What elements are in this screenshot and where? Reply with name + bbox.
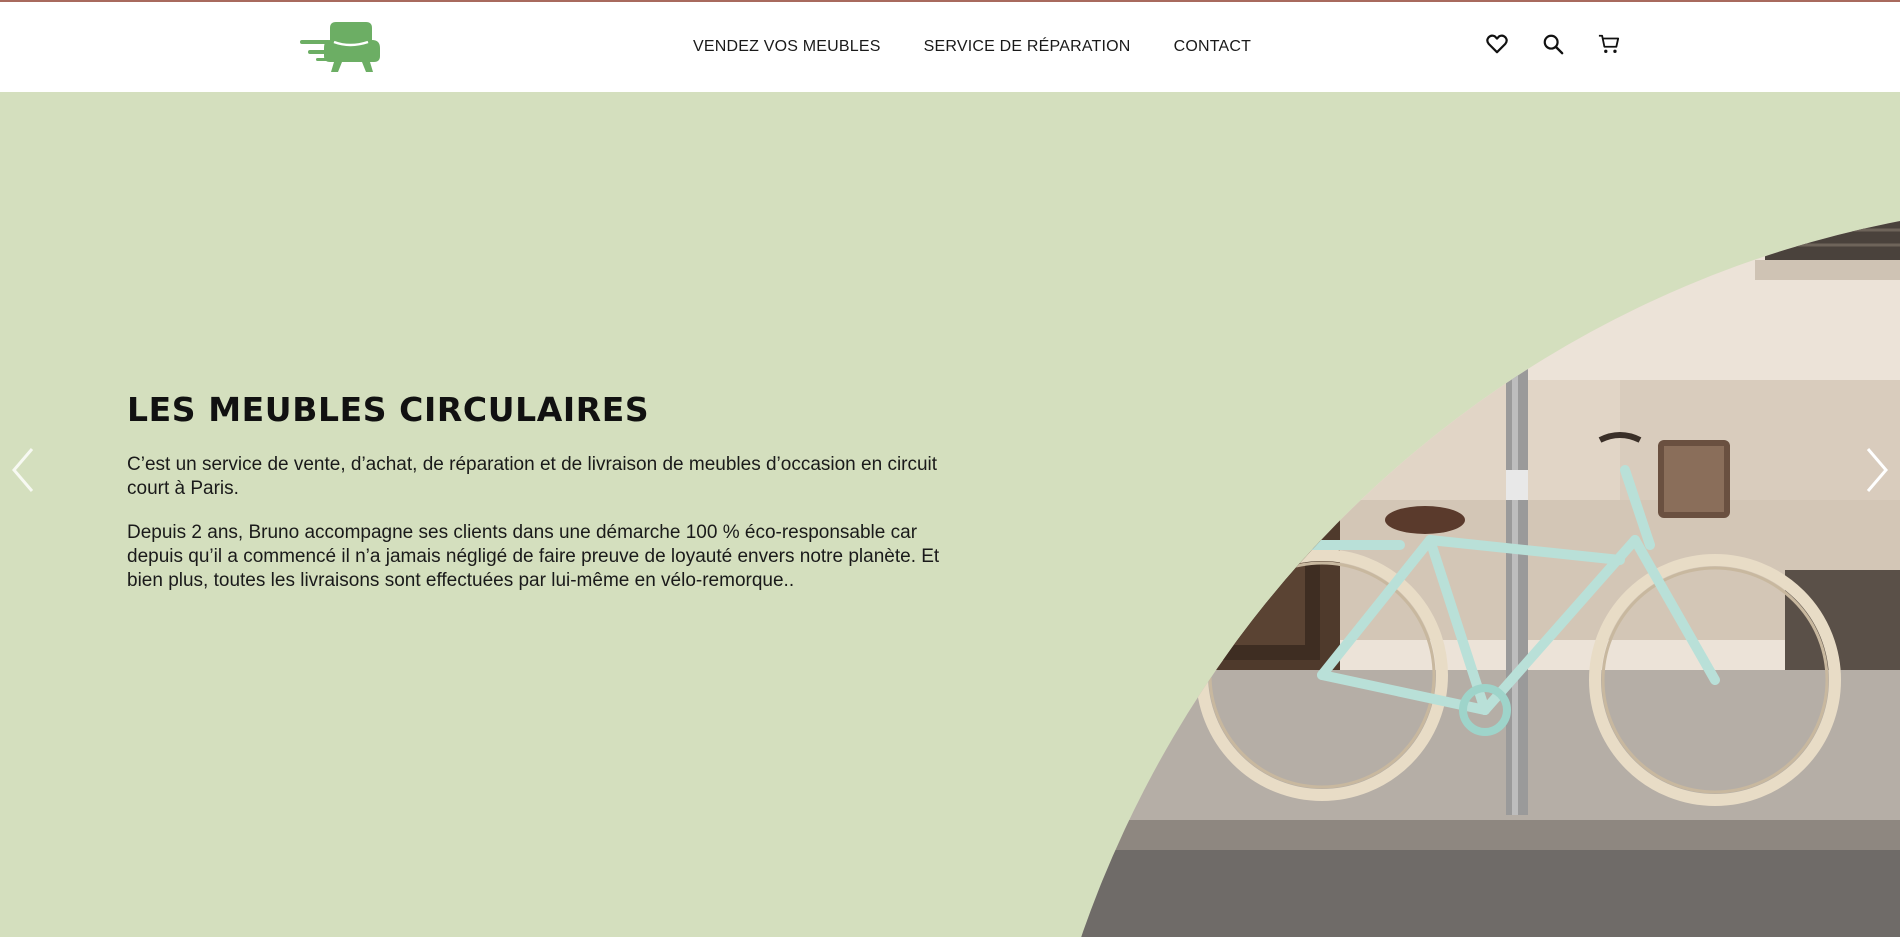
cart-icon (1598, 34, 1620, 53)
hero-title: LES MEUBLES CIRCULAIRES (127, 390, 650, 429)
header-icons (1484, 31, 1622, 57)
hero-content: LES MEUBLES CIRCULAIRES C’est un service… (127, 390, 957, 613)
search-icon (1543, 34, 1564, 55)
main-nav: VENDEZ VOS MEUBLES SERVICE DE RÉPARATION… (693, 38, 1251, 56)
wishlist-button[interactable] (1484, 31, 1510, 57)
nav-item-vendez-vos-meubles[interactable]: VENDEZ VOS MEUBLES (693, 38, 881, 56)
cart-button[interactable] (1596, 31, 1622, 57)
hero-paragraph-intro: C’est un service de vente, d’achat, de r… (127, 454, 938, 499)
carousel-prev-button[interactable] (8, 445, 38, 495)
logo[interactable] (300, 20, 382, 74)
armchair-speed-icon (300, 22, 380, 72)
heart-icon (1486, 34, 1508, 54)
site-header: VENDEZ VOS MEUBLES SERVICE DE RÉPARATION… (0, 2, 1900, 92)
chevron-right-icon (1866, 448, 1888, 492)
nav-item-service-de-reparation[interactable]: SERVICE DE RÉPARATION (924, 38, 1131, 56)
hero-paragraph-bruno: Depuis 2 ans, Bruno accompagne ses clien… (127, 522, 940, 591)
search-button[interactable] (1540, 31, 1566, 57)
chevron-left-icon (12, 448, 34, 492)
carousel-next-button[interactable] (1862, 445, 1892, 495)
nav-item-contact[interactable]: CONTACT (1174, 38, 1252, 56)
